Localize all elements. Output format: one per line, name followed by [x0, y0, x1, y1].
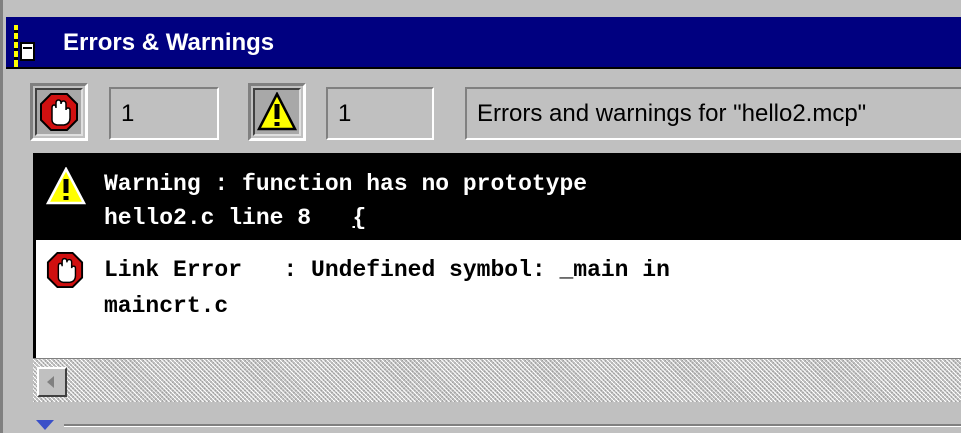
window-icon	[14, 25, 35, 67]
error-count-field: 1	[109, 87, 219, 140]
window-title: Errors & Warnings	[63, 29, 275, 56]
warnings-filter-button[interactable]	[248, 83, 306, 141]
error-file: maincrt.c	[104, 293, 229, 319]
warning-code-snippet: {	[352, 205, 367, 231]
warning-text: Warning : function has no prototype	[104, 171, 588, 197]
bottom-panel-divider	[6, 402, 961, 433]
warning-location: hello2.c line 8 {	[104, 202, 366, 234]
description-field: Errors and warnings for "hello2.mcp"	[465, 87, 961, 140]
stop-hand-icon	[46, 251, 84, 289]
errors-warnings-window: Errors & Warnings 1 1 Errors and warning…	[0, 0, 961, 433]
scroll-left-button[interactable]	[37, 367, 67, 397]
message-row-error[interactable]: Link Error : Undefined symbol: _main in …	[36, 240, 961, 350]
warning-count-field: 1	[326, 87, 434, 140]
stop-hand-icon	[40, 93, 78, 131]
toolbar: 1 1 Errors and warnings for "hello2.mcp"	[6, 70, 961, 150]
warning-file-line: hello2.c line 8	[104, 205, 353, 231]
message-list[interactable]: Warning : function has no prototype hell…	[33, 153, 961, 358]
horizontal-scrollbar[interactable]	[33, 358, 961, 402]
title-bar[interactable]: Errors & Warnings	[6, 17, 961, 69]
divider-line	[64, 424, 961, 427]
warning-icon	[257, 92, 297, 131]
error-text: Link Error : Undefined symbol: _main in	[104, 257, 670, 283]
disclosure-triangle-icon[interactable]	[36, 420, 54, 430]
arrow-left-icon	[47, 376, 54, 388]
message-row-warning[interactable]: Warning : function has no prototype hell…	[36, 155, 961, 240]
warning-icon	[46, 167, 86, 205]
errors-filter-button[interactable]	[30, 83, 88, 141]
